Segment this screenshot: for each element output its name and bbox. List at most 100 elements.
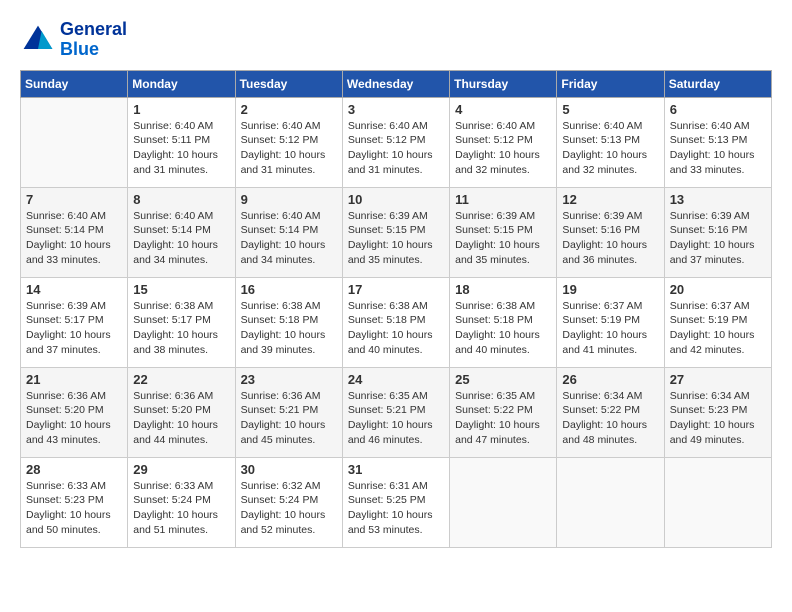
page-header: General Blue — [20, 20, 772, 60]
calendar-cell: 21Sunrise: 6:36 AMSunset: 5:20 PMDayligh… — [21, 367, 128, 457]
day-info: Sunrise: 6:37 AMSunset: 5:19 PMDaylight:… — [562, 299, 658, 358]
calendar-cell: 14Sunrise: 6:39 AMSunset: 5:17 PMDayligh… — [21, 277, 128, 367]
day-info: Sunrise: 6:40 AMSunset: 5:13 PMDaylight:… — [670, 119, 766, 178]
day-info: Sunrise: 6:40 AMSunset: 5:12 PMDaylight:… — [348, 119, 444, 178]
column-header-wednesday: Wednesday — [342, 70, 449, 97]
day-info: Sunrise: 6:34 AMSunset: 5:22 PMDaylight:… — [562, 389, 658, 448]
day-number: 26 — [562, 372, 658, 387]
calendar-cell: 22 Sunrise: 6:36 AMSunset: 5:20 PMDayligh… — [128, 367, 235, 457]
week-row-2: 7 Sunrise: 6:40 AMSunset: 5:14 PMDaylight… — [21, 187, 772, 277]
day-info: Sunrise: 6:40 AMSunset: 5:12 PMDaylight:… — [455, 119, 551, 178]
calendar-cell — [557, 457, 664, 547]
day-number: 23 — [241, 372, 337, 387]
calendar-cell: 17 Sunrise: 6:38 AMSunset: 5:18 PMDayligh… — [342, 277, 449, 367]
day-number: 30 — [241, 462, 337, 477]
column-header-saturday: Saturday — [664, 70, 771, 97]
day-info: Sunrise: 6:40 AMSunset: 5:13 PMDaylight:… — [562, 119, 658, 178]
calendar-cell: 18 Sunrise: 6:38 AMSunset: 5:18 PMDayligh… — [450, 277, 557, 367]
calendar-cell — [664, 457, 771, 547]
calendar-cell: 5 Sunrise: 6:40 AMSunset: 5:13 PMDaylight… — [557, 97, 664, 187]
day-number: 10 — [348, 192, 444, 207]
calendar-cell: 2 Sunrise: 6:40 AMSunset: 5:12 PMDaylight… — [235, 97, 342, 187]
column-header-monday: Monday — [128, 70, 235, 97]
calendar-cell: 28 Sunrise: 6:33 AMSunset: 5:23 PMDayligh… — [21, 457, 128, 547]
day-number: 5 — [562, 102, 658, 117]
day-number: 17 — [348, 282, 444, 297]
calendar-cell — [21, 97, 128, 187]
day-number: 18 — [455, 282, 551, 297]
day-number: 28 — [26, 462, 122, 477]
calendar-cell: 4 Sunrise: 6:40 AMSunset: 5:12 PMDaylight… — [450, 97, 557, 187]
calendar-cell — [450, 457, 557, 547]
calendar-cell: 29 Sunrise: 6:33 AMSunset: 5:24 PMDayligh… — [128, 457, 235, 547]
day-number: 1 — [133, 102, 229, 117]
calendar-cell: 7 Sunrise: 6:40 AMSunset: 5:14 PMDaylight… — [21, 187, 128, 277]
week-row-1: 1Sunrise: 6:40 AMSunset: 5:11 PMDaylight… — [21, 97, 772, 187]
day-info: Sunrise: 6:34 AMSunset: 5:23 PMDaylight:… — [670, 389, 766, 448]
column-header-tuesday: Tuesday — [235, 70, 342, 97]
day-number: 22 — [133, 372, 229, 387]
day-number: 15 — [133, 282, 229, 297]
day-info: Sunrise: 6:38 AMSunset: 5:18 PMDaylight:… — [241, 299, 337, 358]
day-number: 3 — [348, 102, 444, 117]
week-row-3: 14Sunrise: 6:39 AMSunset: 5:17 PMDayligh… — [21, 277, 772, 367]
column-header-sunday: Sunday — [21, 70, 128, 97]
day-number: 2 — [241, 102, 337, 117]
day-number: 4 — [455, 102, 551, 117]
day-number: 29 — [133, 462, 229, 477]
calendar-cell: 24Sunrise: 6:35 AMSunset: 5:21 PMDayligh… — [342, 367, 449, 457]
calendar-cell: 6 Sunrise: 6:40 AMSunset: 5:13 PMDaylight… — [664, 97, 771, 187]
day-info: Sunrise: 6:31 AMSunset: 5:25 PMDaylight:… — [348, 479, 444, 538]
day-number: 25 — [455, 372, 551, 387]
calendar-cell: 23 Sunrise: 6:36 AMSunset: 5:21 PMDayligh… — [235, 367, 342, 457]
calendar-cell: 13 Sunrise: 6:39 AMSunset: 5:16 PMDayligh… — [664, 187, 771, 277]
day-number: 9 — [241, 192, 337, 207]
calendar-cell: 10 Sunrise: 6:39 AMSunset: 5:15 PMDayligh… — [342, 187, 449, 277]
day-number: 11 — [455, 192, 551, 207]
calendar-cell: 3 Sunrise: 6:40 AMSunset: 5:12 PMDaylight… — [342, 97, 449, 187]
day-info: Sunrise: 6:35 AMSunset: 5:22 PMDaylight:… — [455, 389, 551, 448]
day-info: Sunrise: 6:40 AMSunset: 5:14 PMDaylight:… — [133, 209, 229, 268]
calendar-header-row: SundayMondayTuesdayWednesdayThursdayFrid… — [21, 70, 772, 97]
calendar-cell: 19 Sunrise: 6:37 AMSunset: 5:19 PMDayligh… — [557, 277, 664, 367]
day-number: 19 — [562, 282, 658, 297]
day-info: Sunrise: 6:38 AMSunset: 5:18 PMDaylight:… — [348, 299, 444, 358]
day-number: 6 — [670, 102, 766, 117]
logo-text: General Blue — [60, 20, 127, 60]
day-info: Sunrise: 6:39 AMSunset: 5:15 PMDaylight:… — [348, 209, 444, 268]
day-info: Sunrise: 6:36 AMSunset: 5:20 PMDaylight:… — [133, 389, 229, 448]
calendar-cell: 31Sunrise: 6:31 AMSunset: 5:25 PMDayligh… — [342, 457, 449, 547]
calendar-cell: 12Sunrise: 6:39 AMSunset: 5:16 PMDayligh… — [557, 187, 664, 277]
calendar-cell: 16Sunrise: 6:38 AMSunset: 5:18 PMDayligh… — [235, 277, 342, 367]
calendar-cell: 20Sunrise: 6:37 AMSunset: 5:19 PMDayligh… — [664, 277, 771, 367]
day-info: Sunrise: 6:33 AMSunset: 5:24 PMDaylight:… — [133, 479, 229, 538]
day-info: Sunrise: 6:40 AMSunset: 5:14 PMDaylight:… — [26, 209, 122, 268]
calendar-cell: 8Sunrise: 6:40 AMSunset: 5:14 PMDaylight… — [128, 187, 235, 277]
column-header-thursday: Thursday — [450, 70, 557, 97]
day-info: Sunrise: 6:36 AMSunset: 5:20 PMDaylight:… — [26, 389, 122, 448]
day-info: Sunrise: 6:40 AMSunset: 5:14 PMDaylight:… — [241, 209, 337, 268]
logo: General Blue — [20, 20, 127, 60]
week-row-4: 21Sunrise: 6:36 AMSunset: 5:20 PMDayligh… — [21, 367, 772, 457]
calendar-cell: 25 Sunrise: 6:35 AMSunset: 5:22 PMDayligh… — [450, 367, 557, 457]
day-number: 13 — [670, 192, 766, 207]
day-number: 27 — [670, 372, 766, 387]
day-number: 7 — [26, 192, 122, 207]
day-info: Sunrise: 6:36 AMSunset: 5:21 PMDaylight:… — [241, 389, 337, 448]
day-info: Sunrise: 6:39 AMSunset: 5:16 PMDaylight:… — [670, 209, 766, 268]
day-info: Sunrise: 6:32 AMSunset: 5:24 PMDaylight:… — [241, 479, 337, 538]
column-header-friday: Friday — [557, 70, 664, 97]
day-info: Sunrise: 6:39 AMSunset: 5:16 PMDaylight:… — [562, 209, 658, 268]
calendar-cell: 26 Sunrise: 6:34 AMSunset: 5:22 PMDayligh… — [557, 367, 664, 457]
day-info: Sunrise: 6:33 AMSunset: 5:23 PMDaylight:… — [26, 479, 122, 538]
day-number: 14 — [26, 282, 122, 297]
day-info: Sunrise: 6:40 AMSunset: 5:12 PMDaylight:… — [241, 119, 337, 178]
day-number: 20 — [670, 282, 766, 297]
calendar-cell: 11Sunrise: 6:39 AMSunset: 5:15 PMDayligh… — [450, 187, 557, 277]
calendar-cell: 15Sunrise: 6:38 AMSunset: 5:17 PMDayligh… — [128, 277, 235, 367]
calendar-table: SundayMondayTuesdayWednesdayThursdayFrid… — [20, 70, 772, 548]
day-info: Sunrise: 6:38 AMSunset: 5:18 PMDaylight:… — [455, 299, 551, 358]
calendar-cell: 27 Sunrise: 6:34 AMSunset: 5:23 PMDayligh… — [664, 367, 771, 457]
logo-icon — [20, 22, 56, 58]
week-row-5: 28 Sunrise: 6:33 AMSunset: 5:23 PMDayligh… — [21, 457, 772, 547]
